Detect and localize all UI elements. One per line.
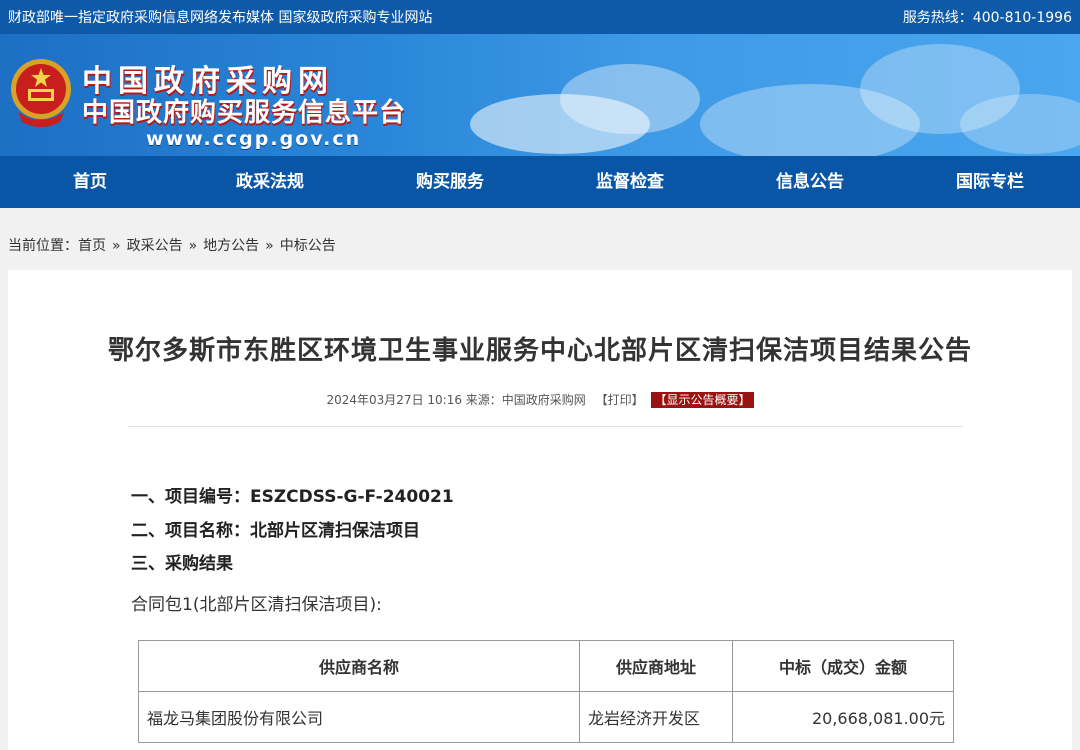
print-link[interactable]: 【打印】 (596, 393, 644, 407)
breadcrumb-local-notices[interactable]: 地方公告 (203, 238, 259, 254)
site-banner: 中国政府采购网 中国政府购买服务信息平台 www.ccgp.gov.cn (0, 34, 1080, 156)
nav-item-announcements[interactable]: 信息公告 (720, 156, 900, 208)
col-supplier-address: 供应商地址 (579, 640, 733, 692)
breadcrumb-separator: » (112, 238, 121, 254)
breadcrumb-separator: » (265, 238, 274, 254)
project-number: 一、项目编号：ESZCDSS-G-F-240021 (131, 487, 454, 507)
procurement-result-heading: 三、采购结果 (131, 554, 233, 574)
col-award-amount: 中标（成交）金额 (732, 640, 954, 692)
nav-item-supervision[interactable]: 监督检查 (540, 156, 720, 208)
breadcrumb-home[interactable]: 首页 (78, 238, 106, 254)
result-table: 供应商名称 供应商地址 中标（成交）金额 福龙马集团股份有限公司 龙岩经济开发区… (138, 640, 954, 743)
article-source: 来源：中国政府采购网 (465, 393, 586, 407)
col-supplier-name: 供应商名称 (138, 640, 580, 692)
project-name: 二、项目名称：北部片区清扫保洁项目 (131, 521, 420, 541)
contract-package-label: 合同包1(北部片区清扫保洁项目): (131, 595, 382, 615)
nav-item-international[interactable]: 国际专栏 (900, 156, 1080, 208)
top-info-bar: 财政部唯一指定政府采购信息网络发布媒体 国家级政府采购专业网站 服务热线：400… (0, 0, 1080, 34)
nav-item-purchase-services[interactable]: 购买服务 (360, 156, 540, 208)
show-summary-button[interactable]: 【显示公告概要】 (651, 392, 754, 408)
article-meta: 2024年03月27日 10:16 来源：中国政府采购网 【打印】 【显示公告概… (8, 391, 1072, 408)
breadcrumb-award-notices[interactable]: 中标公告 (280, 238, 336, 254)
table-row: 福龙马集团股份有限公司 龙岩经济开发区 20,668,081.00元 (138, 691, 954, 743)
main-nav: 首页 政采法规 购买服务 监督检查 信息公告 国际专栏 (0, 156, 1080, 208)
article-title: 鄂尔多斯市东胜区环境卫生事业服务中心北部片区清扫保洁项目结果公告 (107, 336, 972, 366)
article-card: 鄂尔多斯市东胜区环境卫生事业服务中心北部片区清扫保洁项目结果公告 2024年03… (8, 270, 1072, 750)
site-slogan: 财政部唯一指定政府采购信息网络发布媒体 国家级政府采购专业网站 (8, 10, 433, 26)
supplier-address-cell: 龙岩经济开发区 (579, 691, 733, 743)
divider (128, 426, 963, 427)
supplier-name-cell: 福龙马集团股份有限公司 (138, 691, 580, 743)
service-hotline: 服务热线：400-810-1996 (902, 10, 1072, 26)
national-emblem-icon[interactable] (8, 56, 74, 128)
brand-subtitle: 中国政府购买服务信息平台 (82, 98, 407, 128)
nav-item-home[interactable]: 首页 (0, 156, 180, 208)
breadcrumb-separator: » (188, 238, 198, 254)
site-url: www.ccgp.gov.cn (146, 128, 362, 150)
award-amount-cell: 20,668,081.00元 (732, 691, 954, 743)
table-header-row: 供应商名称 供应商地址 中标（成交）金额 (138, 640, 954, 692)
publish-datetime: 2024年03月27日 10:16 (326, 393, 462, 407)
breadcrumb: 当前位置：首页 » 政采公告 » 地方公告 » 中标公告 (0, 208, 1080, 270)
breadcrumb-prefix: 当前位置： (8, 238, 78, 254)
breadcrumb-procurement-notices[interactable]: 政采公告 (127, 238, 183, 254)
nav-item-regulations[interactable]: 政采法规 (180, 156, 360, 208)
